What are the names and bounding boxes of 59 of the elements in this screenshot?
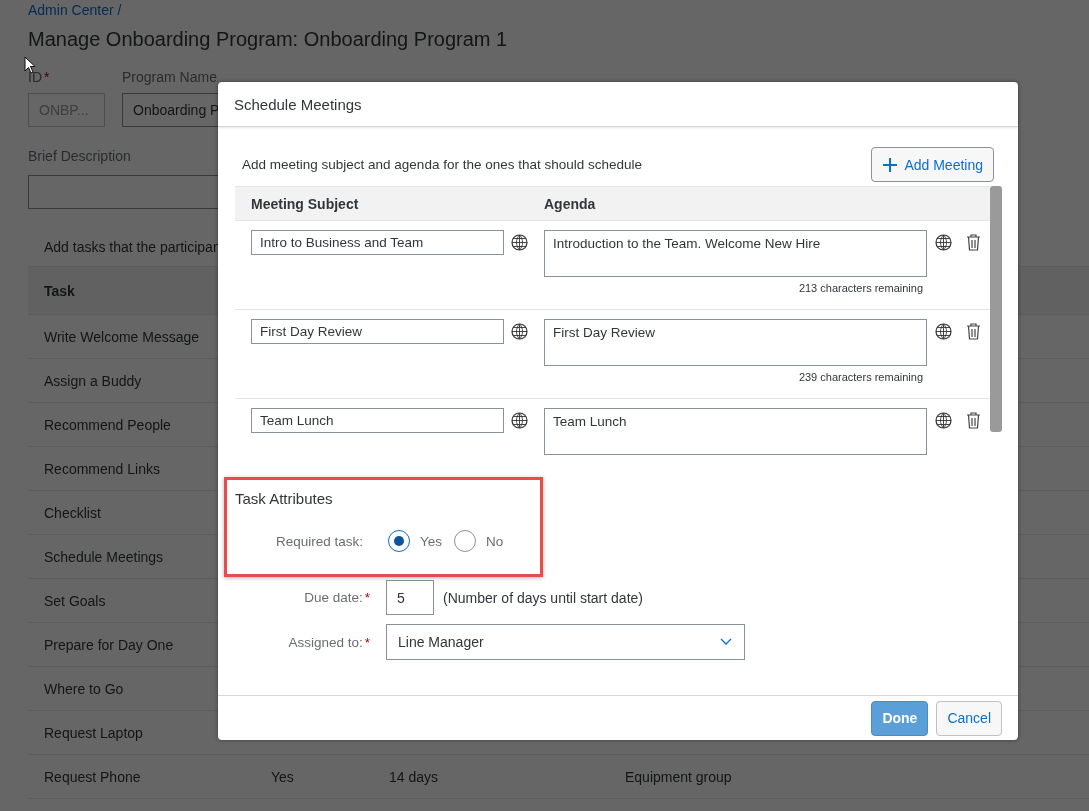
table-cell: 14 days: [389, 768, 439, 785]
mouse-pointer-icon: [24, 56, 36, 74]
table-cell: Prepare for Day One: [44, 636, 174, 653]
agenda-field[interactable]: Team Lunch: [544, 408, 927, 455]
character-counter: 239 characters remaining: [798, 371, 923, 383]
table-cell: Request Laptop: [44, 724, 143, 741]
column-header: Meeting Subject: [251, 195, 360, 212]
chevron-down-icon: [720, 638, 732, 646]
agenda-field[interactable]: Introduction to the Team. Welcome New Hire: [544, 230, 927, 277]
add-meeting-button[interactable]: Add Meeting: [871, 147, 994, 182]
hint-text: (Number of days until start date): [443, 589, 643, 606]
table-cell: Assign a Buddy: [44, 372, 142, 389]
field-label: ID: [28, 69, 42, 87]
scrollbar-thumb[interactable]: [990, 186, 1002, 432]
table-cell: Schedule Meetings: [44, 548, 164, 565]
table-cell: Set Goals: [44, 592, 106, 609]
field-label: Brief Description: [28, 148, 131, 166]
table-cell: Recommend Links: [44, 460, 160, 477]
required-mark: *: [44, 69, 50, 87]
table-cell: Checklist: [44, 504, 101, 521]
table-instruction: Add tasks that the participan: [44, 238, 221, 255]
table-cell: Equipment group: [625, 768, 732, 785]
table-cell: Write Welcome Message: [44, 328, 200, 345]
globe-icon[interactable]: [935, 412, 952, 429]
page-title: Manage Onboarding Program: Onboarding Program 1: [28, 28, 509, 51]
required-mark: *: [364, 590, 370, 605]
globe-icon[interactable]: [511, 412, 528, 429]
section-title: Task Attributes: [235, 490, 334, 507]
globe-icon[interactable]: [511, 323, 528, 340]
radio-option[interactable]: No: [454, 530, 504, 552]
trash-icon[interactable]: [966, 412, 981, 429]
table-cell: Yes: [271, 768, 294, 785]
assigned-to-dropdown[interactable]: Line Manager: [386, 624, 745, 660]
globe-icon[interactable]: [935, 234, 952, 251]
plus-icon: [882, 156, 899, 173]
trash-icon[interactable]: [966, 323, 981, 340]
instruction-text: Add meeting subject and agenda for the ones that should schedule: [242, 157, 643, 172]
due-date-field[interactable]: 5: [386, 580, 434, 615]
field-label: Required task:: [275, 533, 363, 549]
table-cell: Request Phone: [44, 768, 141, 785]
globe-icon[interactable]: [511, 234, 528, 251]
table-cell: Recommend People: [44, 416, 171, 433]
field-label: Assigned to:: [288, 634, 363, 650]
subject-field[interactable]: First Day Review: [251, 319, 504, 344]
field-label: Due date:: [304, 590, 363, 605]
field-label: Program Name: [122, 69, 217, 87]
column-header: Agenda: [544, 195, 596, 212]
trash-icon[interactable]: [966, 234, 981, 251]
required-mark: *: [364, 634, 370, 650]
dialog-title: Schedule Meetings: [234, 95, 362, 113]
globe-icon[interactable]: [935, 323, 952, 340]
column-header: Task: [44, 282, 75, 299]
agenda-field[interactable]: First Day Review: [544, 319, 927, 366]
subject-field[interactable]: Team Lunch: [251, 408, 504, 433]
subject-field[interactable]: Intro to Business and Team: [251, 230, 504, 255]
table-cell: Where to Go: [44, 680, 124, 697]
cancel-button[interactable]: Cancel: [936, 700, 1002, 736]
character-counter: 213 characters remaining: [798, 282, 923, 294]
radio-option[interactable]: Yes: [388, 530, 443, 552]
